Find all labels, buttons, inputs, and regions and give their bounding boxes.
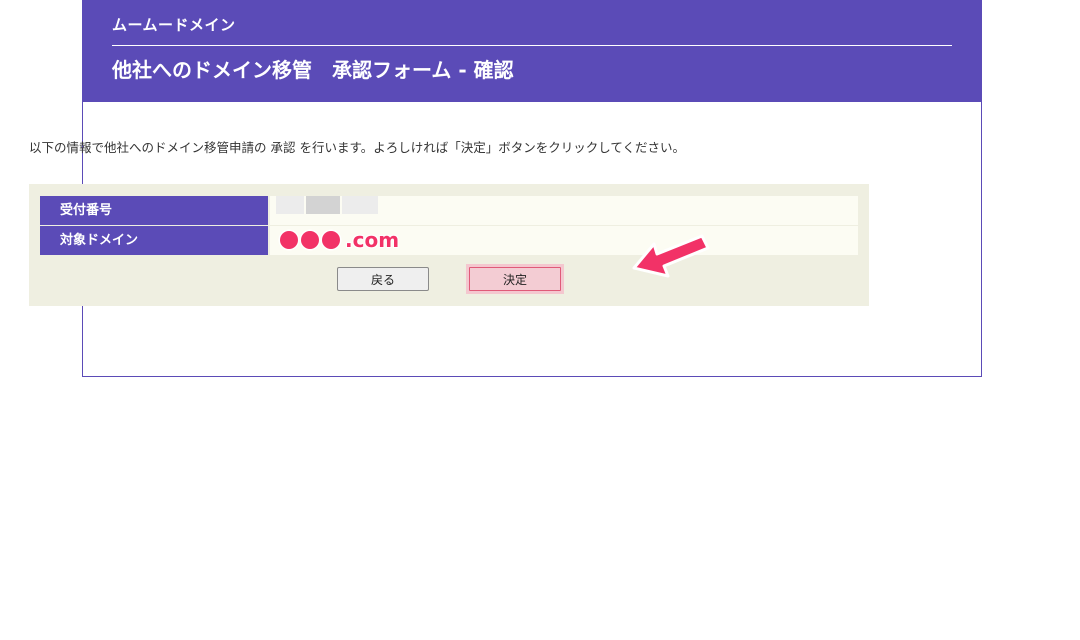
brand-logo-text: ムームードメイン	[112, 16, 236, 34]
redacted-block	[306, 196, 340, 214]
arrow-pointer-icon	[632, 234, 710, 278]
redacted-block	[276, 196, 304, 214]
back-button[interactable]: 戻る	[337, 267, 429, 291]
decide-button[interactable]: 決定	[469, 267, 561, 291]
circle-mark	[301, 231, 319, 249]
confirm-panel: 受付番号 対象ドメイン .com 戻る 決定	[29, 184, 869, 306]
target-domain-value: .com	[270, 226, 858, 255]
row-label: 受付番号	[40, 196, 268, 225]
circle-mark	[322, 231, 340, 249]
circle-mark	[280, 231, 298, 249]
table-row-target-domain: 対象ドメイン .com	[40, 226, 858, 255]
domain-placeholder: .com	[280, 228, 399, 252]
header-divider	[112, 45, 952, 46]
page-header: ムームードメイン 他社へのドメイン移管 承認フォーム - 確認	[83, 0, 981, 102]
table-row-receipt-number: 受付番号	[40, 196, 858, 225]
row-label: 対象ドメイン	[40, 226, 268, 255]
domain-suffix: .com	[345, 228, 400, 252]
intro-text: 以下の情報で他社へのドメイン移管申請の 承認 を行います。よろしければ「決定」ボ…	[29, 140, 685, 155]
receipt-number-value	[270, 196, 858, 225]
page-title: 他社へのドメイン移管 承認フォーム - 確認	[112, 58, 514, 82]
redacted-block	[342, 196, 378, 214]
